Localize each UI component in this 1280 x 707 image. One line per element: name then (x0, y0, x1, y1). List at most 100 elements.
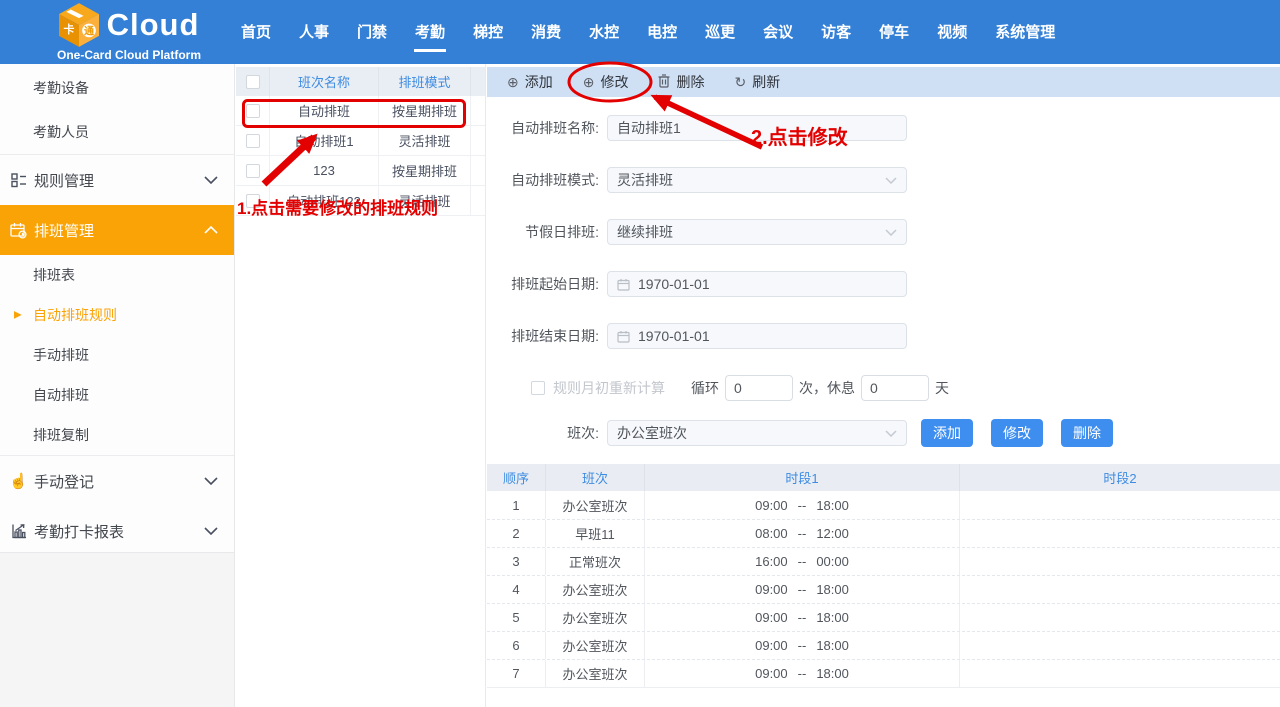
shift-add-button[interactable]: 添加 (921, 419, 973, 447)
delete-button[interactable]: 删除 (658, 72, 704, 92)
row-checkbox[interactable] (246, 104, 260, 118)
name-label: 自动排班名称: (487, 118, 599, 138)
shift-table-row[interactable]: 1 办公室班次 09:00--18:00 (487, 491, 1280, 519)
chevron-up-icon (204, 226, 218, 234)
row-checkbox[interactable] (246, 194, 260, 208)
shift-value: 办公室班次 (617, 423, 885, 443)
shift-delete-button[interactable]: 删除 (1061, 419, 1113, 447)
form-row-shift: 班次: 办公室班次 添加 修改 删除 (487, 419, 1280, 447)
time-end: 18:00 (816, 610, 849, 625)
nav-item-patrol[interactable]: 巡更 (704, 12, 736, 52)
shift-table-row[interactable]: 4 办公室班次 09:00--18:00 (487, 575, 1280, 603)
nav-item-consume[interactable]: 消费 (530, 12, 562, 52)
row-checkbox[interactable] (246, 134, 260, 148)
sidebar-item-auto-schedule[interactable]: 自动排班 (0, 375, 234, 415)
rule-row[interactable]: 123 按星期排班 (236, 156, 485, 186)
nav-item-parking[interactable]: 停车 (878, 12, 910, 52)
column-header-shift: 班次 (546, 464, 645, 491)
rule-row[interactable]: 自动排班 按星期排班 (236, 96, 485, 126)
sidebar-item-attendance-device[interactable]: 考勤设备 (0, 66, 234, 110)
shift-select[interactable]: 办公室班次 (607, 420, 907, 446)
rule-row[interactable]: 自动排班123 灵活排班 (236, 186, 485, 216)
sidebar-item-label: 排班表 (33, 265, 75, 285)
edit-button[interactable]: ⊕ 修改 (583, 72, 629, 92)
end-date-input[interactable]: 1970-01-01 (607, 323, 907, 349)
sidebar-item-schedule-table[interactable]: 排班表 (0, 255, 234, 295)
column-header-period2: 时段2 (960, 468, 1280, 487)
add-button[interactable]: ⊕ 添加 (507, 72, 553, 92)
shift-table-row[interactable]: 3 正常班次 16:00--00:00 (487, 547, 1280, 575)
rule-list-header: 班次名称 排班模式 (236, 67, 485, 96)
shift-table-header: 顺序 班次 时段1 时段2 (487, 464, 1280, 491)
sidebar-item-auto-schedule-rules[interactable]: ▶ 自动排班规则 (0, 295, 234, 335)
holiday-label: 节假日排班: (487, 222, 599, 242)
nav-item-visitor[interactable]: 访客 (820, 12, 852, 52)
nav-item-elevator[interactable]: 梯控 (472, 12, 504, 52)
sidebar-item-manual-schedule[interactable]: 手动排班 (0, 335, 234, 375)
shift-table-row[interactable]: 2 早班11 08:00--12:00 (487, 519, 1280, 547)
main-menu: 首页 人事 门禁 考勤 梯控 消费 水控 电控 巡更 会议 访客 停车 视频 系… (240, 12, 1056, 52)
cycle-count-input[interactable]: 0 (725, 375, 793, 401)
recalc-checkbox[interactable] (531, 381, 545, 395)
nav-item-video[interactable]: 视频 (936, 12, 968, 52)
auto-schedule-mode-select[interactable]: 灵活排班 (607, 167, 907, 193)
nav-item-home[interactable]: 首页 (240, 12, 272, 52)
sidebar-group-label: 规则管理 (34, 170, 94, 191)
sidebar-group-attendance-report[interactable]: 考勤打卡报表 (0, 506, 234, 556)
rule-mode: 按星期排班 (379, 96, 471, 125)
rule-name: 自动排班123 (270, 186, 379, 215)
report-icon (10, 523, 27, 539)
nav-item-water[interactable]: 水控 (588, 12, 620, 52)
chevron-down-icon (204, 176, 218, 184)
chevron-down-icon (885, 177, 897, 184)
sidebar-filler (0, 552, 234, 707)
time-separator: -- (798, 666, 807, 681)
time-start: 09:00 (755, 498, 788, 513)
nav-item-electric[interactable]: 电控 (646, 12, 678, 52)
sidebar-group-scheduling[interactable]: 排班管理 (0, 205, 234, 255)
rule-name: 自动排班1 (270, 126, 379, 155)
sidebar-group-manual-register[interactable]: ☝ 手动登记 (0, 456, 234, 506)
nav-item-system[interactable]: 系统管理 (994, 12, 1056, 52)
detail-panel: ⊕ 添加 ⊕ 修改 删除 ↻ 刷新 自动排班名称: 自动排班1 (487, 64, 1280, 707)
column-header-shift-name: 班次名称 (270, 67, 379, 96)
rule-row[interactable]: 自动排班1 灵活排班 (236, 126, 485, 156)
start-date-input[interactable]: 1970-01-01 (607, 271, 907, 297)
time-start: 16:00 (755, 554, 788, 569)
time-separator: -- (798, 498, 807, 513)
chevron-down-icon (204, 477, 218, 485)
shift-table-row[interactable]: 6 办公室班次 09:00--18:00 (487, 631, 1280, 659)
nav-item-access[interactable]: 门禁 (356, 12, 388, 52)
cell-order: 4 (487, 576, 546, 603)
auto-schedule-name-input[interactable]: 自动排班1 (607, 115, 907, 141)
rule-mode: 灵活排班 (379, 126, 471, 155)
rest-days-value: 0 (870, 380, 878, 396)
sidebar-item-label: 自动排班 (33, 385, 89, 405)
shift-table-row[interactable]: 5 办公室班次 09:00--18:00 (487, 603, 1280, 631)
name-value: 自动排班1 (617, 118, 897, 138)
sidebar-item-attendance-person[interactable]: 考勤人员 (0, 110, 234, 154)
sidebar-group-label: 手动登记 (34, 471, 94, 492)
rest-days-input[interactable]: 0 (861, 375, 929, 401)
nav-item-attendance[interactable]: 考勤 (414, 12, 446, 52)
row-checkbox[interactable] (246, 164, 260, 178)
nav-item-meeting[interactable]: 会议 (762, 12, 794, 52)
calendar-icon (617, 330, 630, 343)
svg-text:通: 通 (84, 25, 94, 37)
refresh-button[interactable]: ↻ 刷新 (734, 72, 780, 92)
time-start: 09:00 (755, 638, 788, 653)
shift-edit-button[interactable]: 修改 (991, 419, 1043, 447)
top-navbar: 卡 通 Cloud One-Card Cloud Platform 首页 人事 … (0, 0, 1280, 64)
time-end: 18:00 (816, 498, 849, 513)
cell-shift: 办公室班次 (546, 491, 645, 519)
holiday-schedule-select[interactable]: 继续排班 (607, 219, 907, 245)
shift-table-row[interactable]: 7 办公室班次 09:00--18:00 (487, 659, 1280, 687)
sidebar-item-schedule-copy[interactable]: 排班复制 (0, 415, 234, 455)
select-all-checkbox[interactable] (246, 75, 260, 89)
end-date-label: 排班结束日期: (487, 326, 599, 346)
nav-item-hr[interactable]: 人事 (298, 12, 330, 52)
sidebar-group-rules[interactable]: 规则管理 (0, 155, 234, 205)
form-row-end-date: 排班结束日期: 1970-01-01 (487, 323, 1280, 349)
cell-period1: 16:00--00:00 (645, 548, 960, 575)
days-suffix-label: 天 (935, 378, 949, 398)
